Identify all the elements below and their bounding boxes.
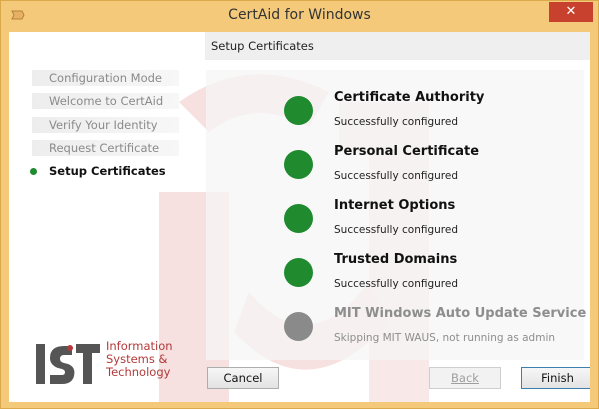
step-configuration-mode: Configuration Mode [32, 70, 179, 86]
item-title: Personal Certificate [334, 144, 480, 159]
status-item-certificate-authority: Certificate Authority Successfully confi… [206, 90, 584, 144]
item-status: Successfully configured [334, 170, 459, 182]
app-window: CertAid for Windows ✕ Configuration Mode… [0, 0, 599, 409]
status-item-personal-certificate: Personal Certificate Successfully config… [206, 144, 584, 198]
item-status: Skipping MIT WAUS, not running as admin [334, 332, 556, 344]
skipped-status-icon [284, 312, 313, 341]
page-title: Setup Certificates [205, 32, 590, 60]
status-item-internet-options: Internet Options Successfully configured [206, 198, 584, 252]
close-button[interactable]: ✕ [549, 2, 593, 22]
logo-line: Technology [106, 365, 171, 379]
step-label: Setup Certificates [49, 164, 166, 178]
item-title: Trusted Domains [334, 252, 458, 267]
step-label: Welcome to CertAid [49, 94, 164, 108]
success-status-icon [284, 150, 313, 179]
back-button[interactable]: Back [429, 367, 501, 389]
item-status: Successfully configured [334, 224, 459, 236]
back-label: Back [451, 371, 479, 385]
step-label: Request Certificate [49, 141, 160, 155]
success-status-icon [284, 258, 313, 287]
item-status: Successfully configured [334, 116, 459, 128]
ist-logo: Information Systems & Technology [34, 338, 173, 390]
step-verify-identity: Verify Your Identity [32, 117, 179, 133]
window-title: CertAid for Windows [228, 7, 371, 23]
logo-text: Information Systems & Technology [106, 340, 173, 379]
success-status-icon [284, 96, 313, 125]
status-panel: Certificate Authority Successfully confi… [206, 70, 587, 360]
status-item-trusted-domains: Trusted Domains Successfully configured [206, 252, 584, 306]
ist-logo-mark-icon [36, 344, 100, 384]
step-label: Verify Your Identity [49, 118, 158, 132]
cancel-button[interactable]: Cancel [207, 367, 279, 389]
item-status: Successfully configured [334, 278, 459, 290]
item-title: Certificate Authority [334, 90, 485, 105]
item-title: Internet Options [334, 198, 456, 213]
success-status-icon [284, 204, 313, 233]
step-request-certificate: Request Certificate [32, 140, 179, 156]
step-label: Configuration Mode [49, 71, 162, 85]
status-item-mit-waus: MIT Windows Auto Update Service Skipping… [206, 306, 587, 360]
finish-button[interactable]: Finish [521, 367, 590, 389]
item-title: MIT Windows Auto Update Service [334, 306, 587, 321]
current-step-bullet-icon [30, 168, 37, 175]
wizard-body: Configuration Mode Welcome to CertAid Ve… [9, 32, 590, 402]
step-setup-certificates: Setup Certificates [17, 163, 179, 179]
step-welcome: Welcome to CertAid [32, 93, 179, 109]
title-bar: CertAid for Windows ✕ [1, 1, 598, 30]
